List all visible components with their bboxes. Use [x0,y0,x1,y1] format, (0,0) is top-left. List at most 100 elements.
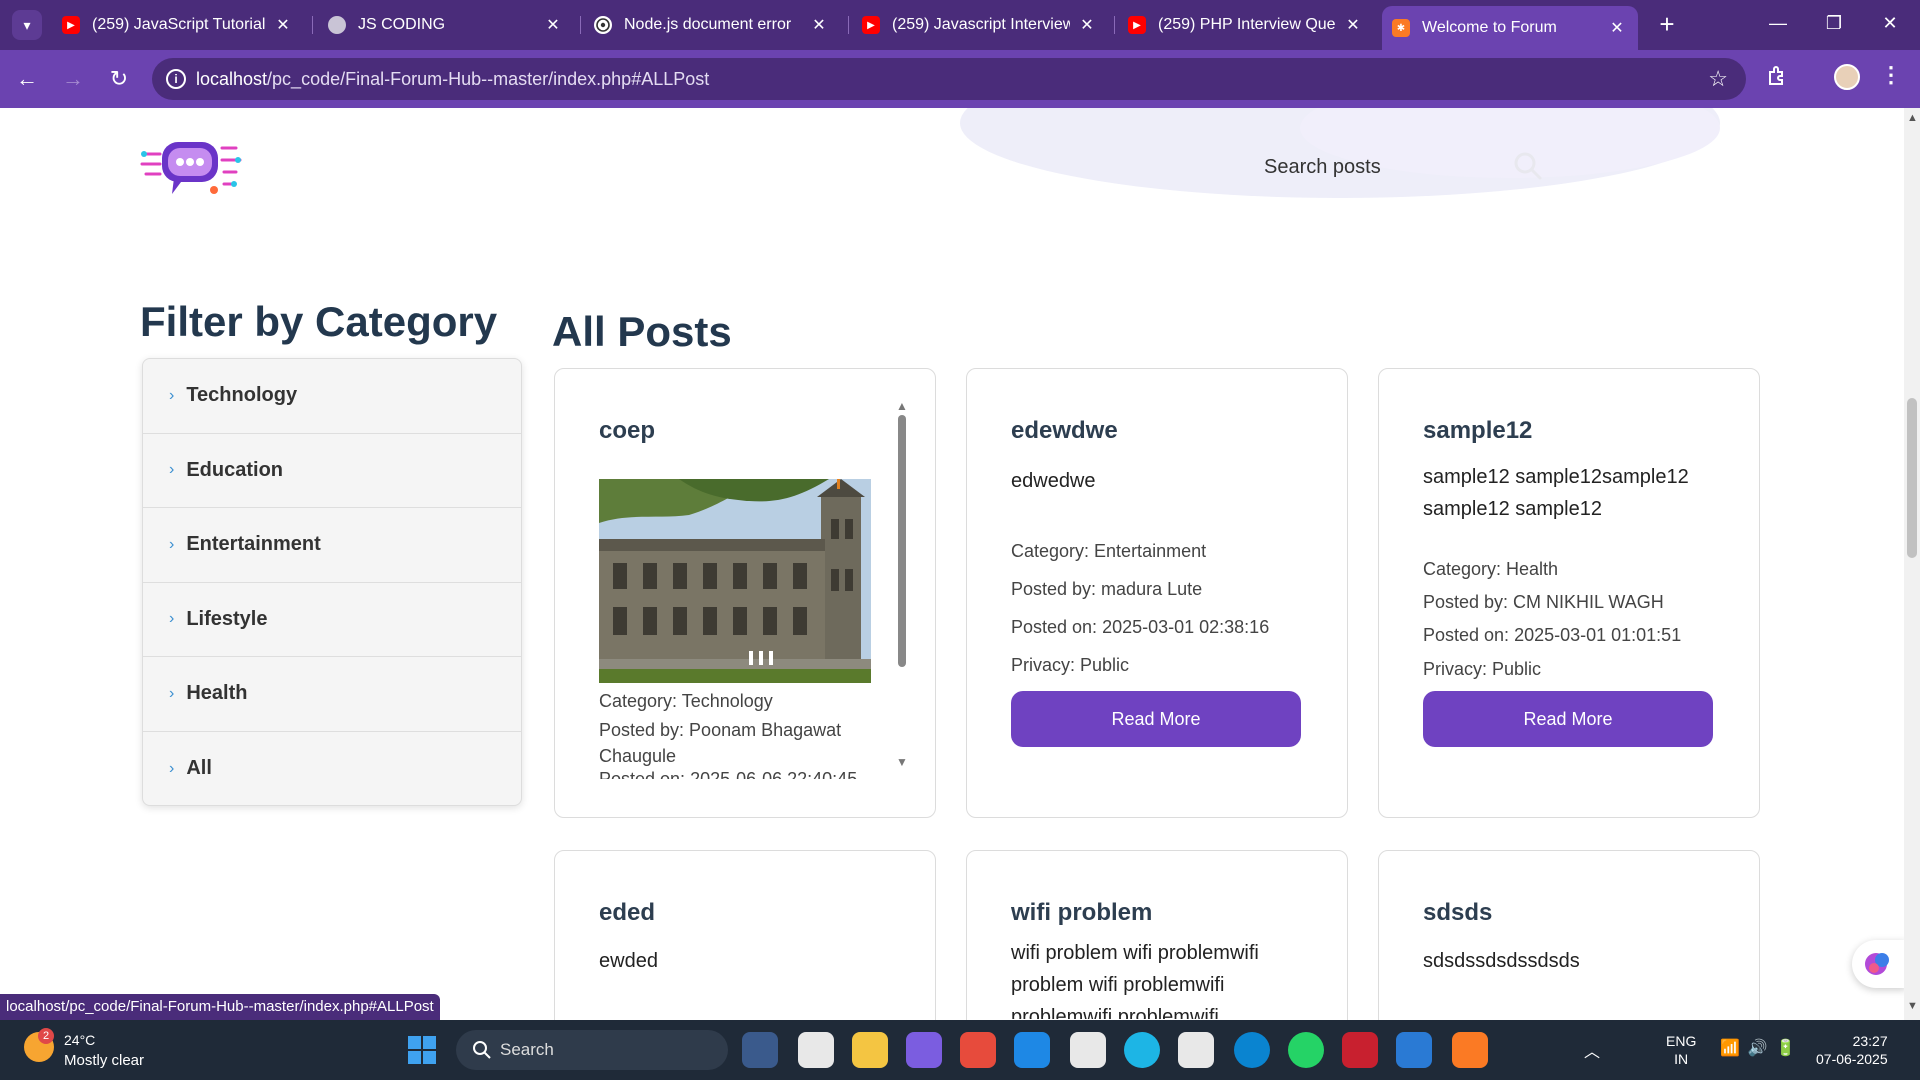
post-scrollbar[interactable]: ▲ ▼ [895,399,909,779]
taskbar-search-box[interactable]: Search [456,1030,728,1070]
scrollbar-thumb[interactable] [898,415,906,667]
category-lifestyle[interactable]: › Lifestyle [143,583,521,657]
minimize-button[interactable]: — [1750,8,1806,38]
close-icon[interactable]: ✕ [1342,15,1364,35]
system-tray-icons[interactable]: 📶🔊🔋 [1720,1038,1804,1058]
tab-welcome-to-forum[interactable]: ✱ Welcome to Forum ✕ [1382,6,1638,50]
category-label: Technology [186,384,298,407]
tab-javascript-interview[interactable]: ▶ (259) Javascript Interview C ✕ [852,8,1108,42]
windows-taskbar: 2 24°C Mostly clear Search ︿ ENG IN 📶🔊🔋 2… [0,1020,1920,1080]
post-date: Posted on: 2025-03-01 01:01:51 [1423,625,1682,645]
chevron-right-icon: › [169,684,175,702]
weather-description[interactable]: Mostly clear [64,1052,144,1069]
close-window-button[interactable]: ✕ [1862,8,1918,38]
learning-app-icon[interactable] [1014,1032,1050,1068]
microsoft-store-icon[interactable] [960,1032,996,1068]
tab-title: Welcome to Forum [1422,19,1557,36]
profile-avatar[interactable] [1834,64,1860,90]
tab-js-coding[interactable]: JS CODING ✕ [318,8,574,42]
tab-nodejs-document-error[interactable]: Node.js document error ✕ [584,8,840,42]
back-button[interactable]: ← [12,64,42,94]
clock-date: 07-06-2025 [1816,1051,1888,1067]
forum-logo[interactable] [140,132,244,204]
forward-button[interactable]: → [58,64,88,94]
chrome-profile-icon[interactable] [798,1032,834,1068]
browser-toolbar: ← → ↻ i localhost/pc_code/Final-Forum-Hu… [0,50,1920,108]
language-indicator[interactable]: ENG IN [1666,1032,1696,1068]
copilot-icon[interactable] [906,1032,942,1068]
scroll-down-arrow-icon[interactable]: ▼ [896,755,908,769]
browser-tab-bar: ▾ ▶ (259) JavaScript Tutorial In ✕ JS CO… [0,0,1920,50]
taskbar-clock[interactable]: 23:27 07-06-2025 [1816,1032,1888,1068]
mcafee-icon[interactable] [1342,1032,1378,1068]
category-label: Entertainment [186,533,321,556]
address-bar[interactable]: i localhost/pc_code/Final-Forum-Hub--mas… [152,58,1746,100]
category-label: Health [186,682,248,705]
close-icon[interactable]: ✕ [1606,18,1628,38]
page-scrollbar[interactable]: ▲ ▼ [1904,108,1920,1020]
category-technology[interactable]: › Technology [143,359,521,434]
tab-search-button[interactable]: ▾ [12,10,42,40]
restore-button[interactable]: ❐ [1806,8,1862,38]
scroll-up-arrow-icon[interactable]: ▲ [896,399,908,413]
search-icon[interactable] [1512,150,1544,182]
post-scroll-area[interactable]: coep Category: Technology Posted by: Poo… [599,399,909,779]
post-card: edewdwe edwedwe Category: Entertainment … [966,368,1348,818]
post-date: Posted on: 2025-06-06 22:40:45 [599,769,858,779]
cortana-icon[interactable] [1124,1032,1160,1068]
close-icon[interactable]: ✕ [272,15,294,35]
tab-title: Node.js document error [624,16,792,33]
site-info-icon[interactable]: i [166,69,186,89]
edge-icon[interactable] [1234,1032,1270,1068]
xampp-icon[interactable] [1452,1032,1488,1068]
post-privacy: Privacy: Public [1011,655,1130,675]
browser-menu-icon[interactable]: ⋮ [1880,62,1902,88]
language-code: ENG [1666,1033,1697,1049]
weather-temperature[interactable]: 24°C [64,1032,95,1048]
post-title: edewdwe [1011,417,1118,444]
weather-badge: 2 [38,1028,54,1044]
category-entertainment[interactable]: › Entertainment [143,508,521,583]
close-icon[interactable]: ✕ [1076,15,1098,35]
scroll-down-arrow-icon[interactable]: ▼ [1907,1000,1918,1012]
chrome-profile2-icon[interactable] [1178,1032,1214,1068]
category-all[interactable]: › All [143,732,521,806]
whatsapp-icon[interactable] [1288,1032,1324,1068]
read-more-button[interactable]: Read More [1423,691,1713,747]
reload-button[interactable]: ↻ [104,64,134,94]
post-author: Posted by: madura Lute [1011,579,1203,599]
tab-separator [580,16,581,34]
post-category: Category: Entertainment [1011,541,1207,561]
taskbar-search-label: Search [500,1040,554,1059]
globe-icon [328,16,346,34]
chevron-up-icon[interactable]: ︿ [1584,1038,1600,1062]
tab-php-interview[interactable]: ▶ (259) PHP Interview Questi ✕ [1118,8,1374,42]
new-tab-button[interactable]: + [1652,10,1682,40]
tab-separator [312,16,313,34]
extensions-icon[interactable] [1766,64,1792,90]
url-path: /pc_code/Final-Forum-Hub--master/index.p… [267,69,710,89]
scroll-up-arrow-icon[interactable]: ▲ [1907,112,1918,124]
close-icon[interactable]: ✕ [808,15,830,35]
windows-start-button[interactable] [408,1036,436,1064]
read-more-button[interactable]: Read More [1011,691,1301,747]
category-education[interactable]: › Education [143,434,521,508]
vscode-icon[interactable] [1396,1032,1432,1068]
close-icon[interactable]: ✕ [542,15,564,35]
url-text[interactable]: localhost/pc_code/Final-Forum-Hub--maste… [196,69,709,90]
category-health[interactable]: › Health [143,657,521,732]
search-input[interactable]: Search posts [1264,156,1381,179]
ai-assistant-button[interactable] [1852,940,1904,988]
file-explorer-icon[interactable] [852,1032,888,1068]
chevron-right-icon: › [169,461,175,479]
chrome-icon[interactable] [1070,1032,1106,1068]
chevron-right-icon: › [169,759,175,777]
category-label: Lifestyle [186,607,268,630]
bookmark-star-icon[interactable]: ☆ [1708,66,1728,92]
scrollbar-thumb[interactable] [1907,398,1917,558]
post-title: eded [599,899,656,926]
post-date: Posted on: 2025-03-01 02:38:16 [1011,617,1270,637]
task-view-icon[interactable] [742,1032,778,1068]
chevron-right-icon: › [169,386,175,404]
tab-javascript-tutorial[interactable]: ▶ (259) JavaScript Tutorial In ✕ [52,8,304,42]
